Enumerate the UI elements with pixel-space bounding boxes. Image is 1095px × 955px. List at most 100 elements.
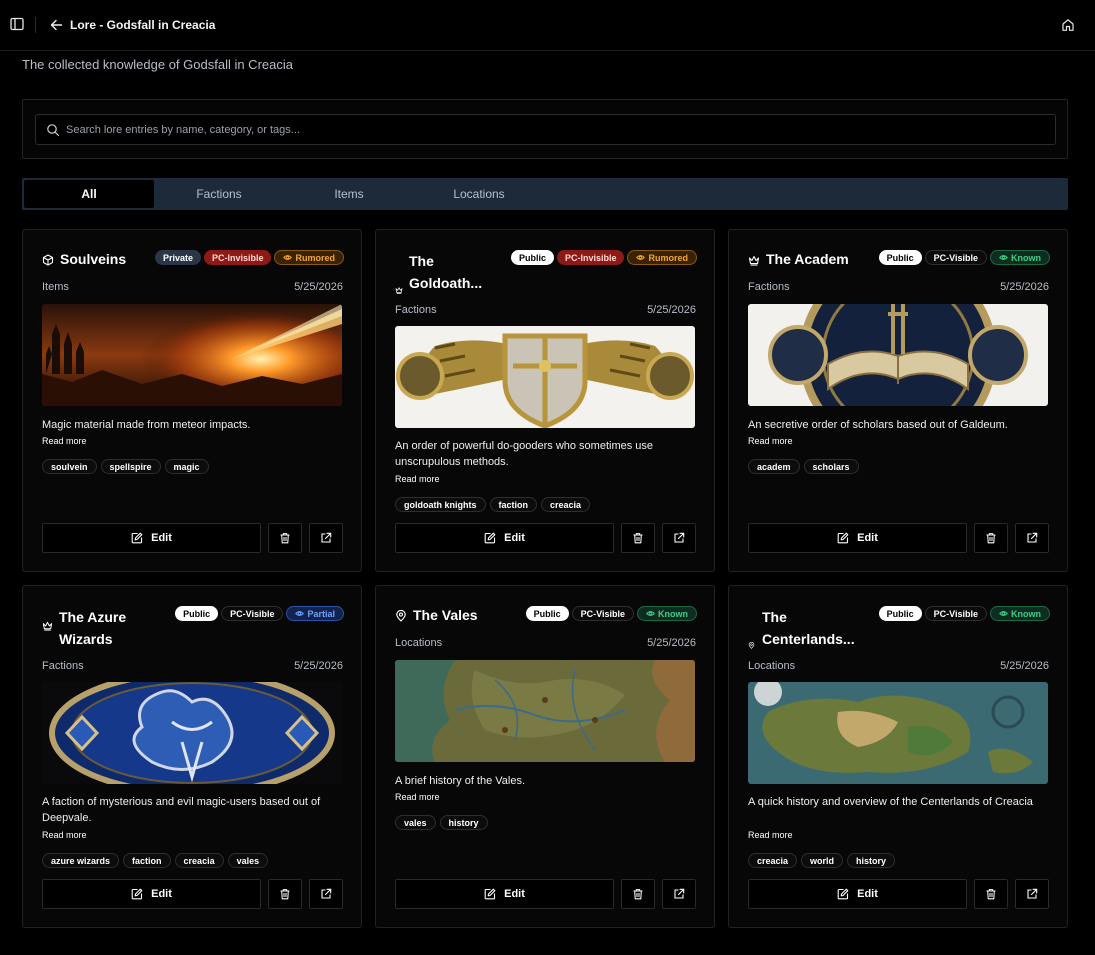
open-external-button[interactable] <box>662 523 696 553</box>
edit-button[interactable]: Edit <box>395 879 614 909</box>
read-more-link[interactable]: Read more <box>42 829 87 841</box>
tag-chip[interactable]: scholars <box>803 459 859 474</box>
tag-chip[interactable]: goldoath knights <box>395 497 486 512</box>
crown-icon <box>42 620 53 631</box>
open-external-button[interactable] <box>1015 879 1049 909</box>
card-date: 5/25/2026 <box>647 304 696 316</box>
edit-button[interactable]: Edit <box>42 523 261 553</box>
trash-icon <box>632 888 644 900</box>
tag-chip[interactable]: azure wizards <box>42 853 120 868</box>
open-external-button[interactable] <box>1015 523 1049 553</box>
edit-button[interactable]: Edit <box>42 879 261 909</box>
external-link-icon <box>673 888 685 900</box>
card-description: A faction of mysterious and evil magic-u… <box>42 796 321 824</box>
trash-icon <box>632 532 644 544</box>
read-more-link[interactable]: Read more <box>748 829 793 841</box>
lore-card-goldoath[interactable]: The Goldoath... Public PC-Invisible Rumor… <box>375 229 715 572</box>
tag-chip[interactable]: academ <box>748 459 800 474</box>
search-box <box>35 114 1056 145</box>
eye-icon <box>636 253 645 262</box>
lore-card-vales[interactable]: The Vales Public PC-Visible Known Locati… <box>375 585 715 928</box>
delete-button[interactable] <box>268 523 302 553</box>
access-badge: Private <box>154 250 201 265</box>
delete-button[interactable] <box>268 879 302 909</box>
card-image-blue-dragon-crest <box>42 682 342 784</box>
crown-icon <box>395 286 403 294</box>
delete-button[interactable] <box>974 879 1008 909</box>
tab-factions[interactable]: Factions <box>154 180 284 208</box>
edit-button[interactable]: Edit <box>748 523 967 553</box>
card-image-vales-map <box>395 660 695 762</box>
tag-chip[interactable]: creacia <box>174 853 224 868</box>
external-link-icon <box>320 532 332 544</box>
tag-chip[interactable]: faction <box>123 853 171 868</box>
eye-icon <box>999 253 1008 262</box>
tag-chip[interactable]: history <box>439 815 488 830</box>
read-more-link[interactable]: Read more <box>748 435 793 447</box>
card-category: Factions <box>395 304 437 316</box>
trash-icon <box>985 532 997 544</box>
lore-card-soulveins[interactable]: Soulveins Private PC-Invisible Rumored I… <box>22 229 362 572</box>
card-title: Soulveins <box>60 251 127 267</box>
card-image-book-emblem <box>748 304 1048 406</box>
tag-chip[interactable]: vales <box>227 853 269 868</box>
read-more-link[interactable]: Read more <box>395 473 440 485</box>
tag-chip[interactable]: vales <box>395 815 436 830</box>
lore-card-centerlands[interactable]: The Centerlands... Public PC-Visible Know… <box>728 585 1068 928</box>
eye-icon <box>295 609 304 618</box>
pc-visibility-badge: PC-Visible <box>221 606 284 621</box>
tag-chip[interactable]: creacia <box>541 497 591 512</box>
open-external-button[interactable] <box>662 879 696 909</box>
delete-button[interactable] <box>621 523 655 553</box>
delete-button[interactable] <box>974 523 1008 553</box>
card-image-meteor <box>42 304 342 406</box>
delete-button[interactable] <box>621 879 655 909</box>
card-category: Factions <box>748 281 790 293</box>
external-link-icon <box>673 532 685 544</box>
open-external-button[interactable] <box>309 879 343 909</box>
tag-chip[interactable]: faction <box>489 497 538 512</box>
tag-chip[interactable]: spellspire <box>100 459 161 474</box>
card-title: The Academ <box>766 251 849 267</box>
tag-chip[interactable]: soulvein <box>42 459 97 474</box>
tag-chip[interactable]: world <box>801 853 844 868</box>
edit-icon <box>484 888 496 900</box>
tab-items[interactable]: Items <box>284 180 414 208</box>
knowledge-status-badge: Known <box>990 606 1050 621</box>
back-arrow-icon[interactable] <box>50 17 64 33</box>
top-bar: Lore - Godsfall in Creacia <box>0 0 1095 51</box>
tag-chip[interactable]: magic <box>164 459 209 474</box>
lore-card-azure-wizards[interactable]: The Azure Wizards Public PC-Visible Parti… <box>22 585 362 928</box>
card-title: The Vales <box>413 607 478 623</box>
cube-icon <box>42 254 54 266</box>
home-icon[interactable] <box>1061 18 1075 32</box>
read-more-link[interactable]: Read more <box>395 791 440 803</box>
edit-button[interactable]: Edit <box>395 523 614 553</box>
edit-icon <box>131 888 143 900</box>
external-link-icon <box>320 888 332 900</box>
lore-card-academ[interactable]: The Academ Public PC-Visible Known Facti… <box>728 229 1068 572</box>
card-description: Magic material made from meteor impacts. <box>42 419 251 431</box>
card-description: A quick history and overview of the Cent… <box>748 796 1033 808</box>
search-input[interactable] <box>66 123 966 136</box>
edit-icon <box>837 888 849 900</box>
knowledge-status-badge: Known <box>637 606 697 621</box>
tab-locations[interactable]: Locations <box>414 180 544 208</box>
card-image-centerlands-map <box>748 682 1048 784</box>
sidebar-toggle-icon[interactable] <box>8 15 26 33</box>
card-date: 5/25/2026 <box>294 660 343 672</box>
pc-visibility-badge: PC-Visible <box>924 606 987 621</box>
tab-all[interactable]: All <box>24 180 154 208</box>
tag-chip[interactable]: history <box>847 853 896 868</box>
trash-icon <box>279 888 291 900</box>
card-date: 5/25/2026 <box>1000 281 1049 293</box>
open-external-button[interactable] <box>309 523 343 553</box>
tag-chip[interactable]: creacia <box>748 853 798 868</box>
map-pin-icon <box>395 610 407 622</box>
read-more-link[interactable]: Read more <box>42 435 87 447</box>
card-category: Items <box>42 281 69 293</box>
trash-icon <box>985 888 997 900</box>
edit-button[interactable]: Edit <box>748 879 967 909</box>
map-pin-icon <box>748 642 755 649</box>
card-date: 5/25/2026 <box>294 281 343 293</box>
